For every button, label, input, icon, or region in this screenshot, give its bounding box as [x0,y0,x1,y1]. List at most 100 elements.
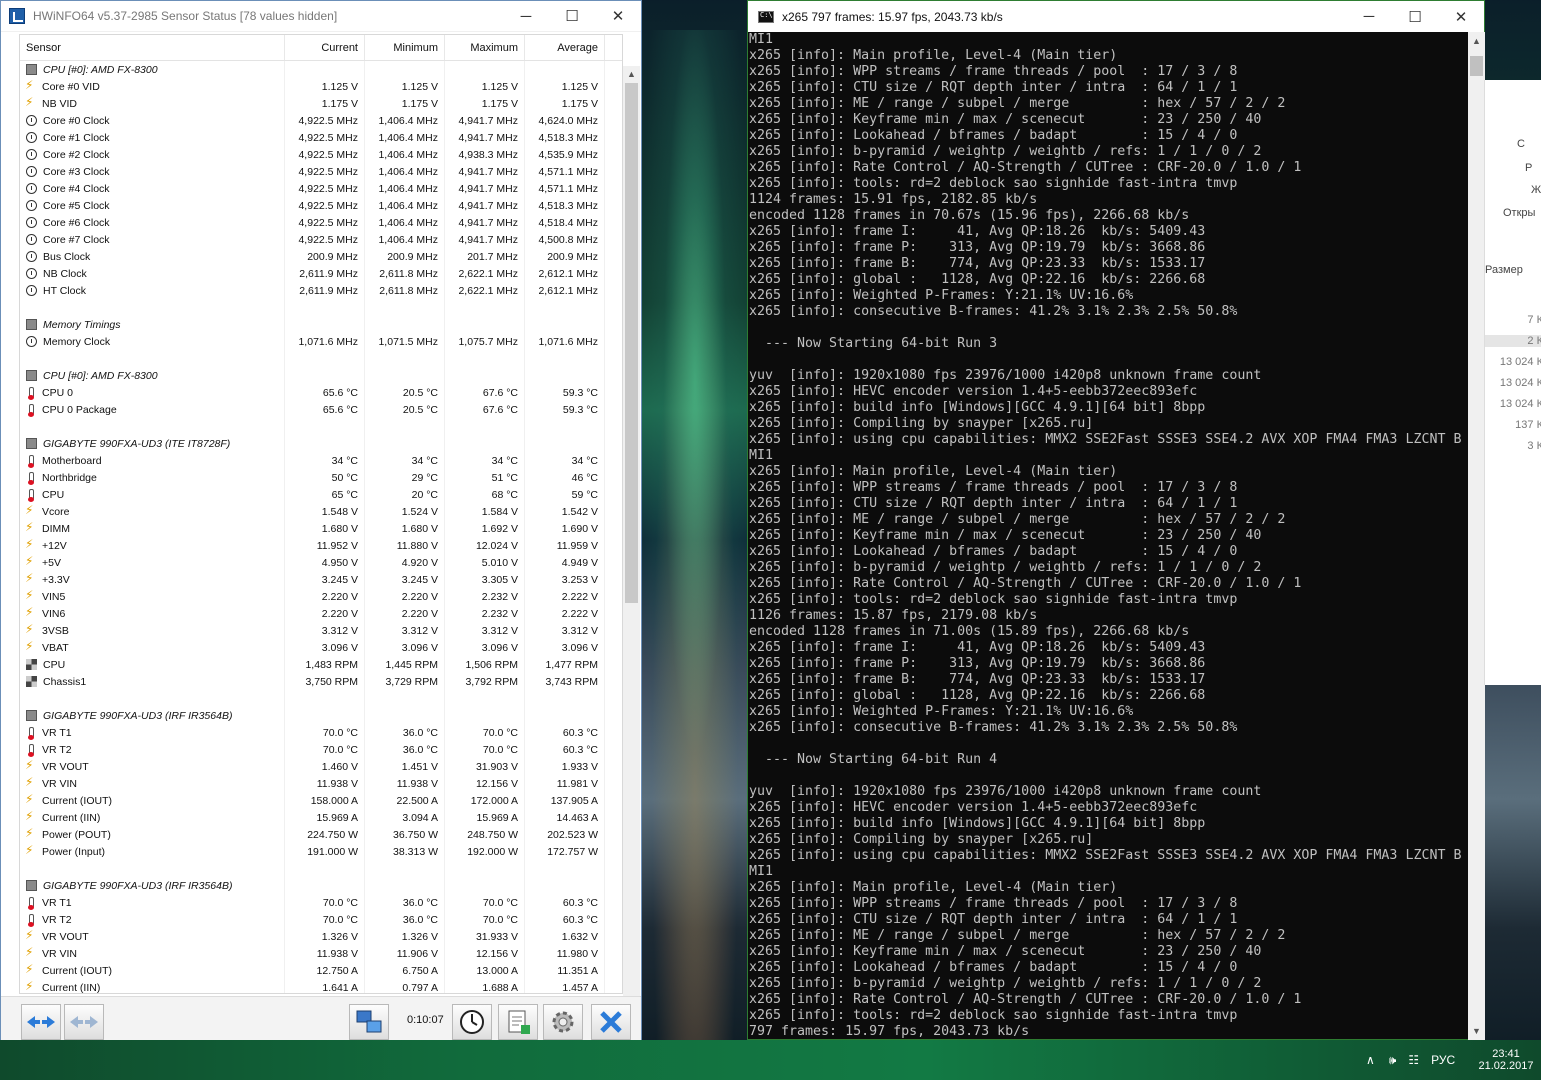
report-button[interactable] [498,1004,538,1040]
sensor-row[interactable]: Core #1 Clock 4,922.5 MHz 1,406.4 MHz 4,941… [20,129,622,146]
sensor-row[interactable]: Core #0 Clock 4,922.5 MHz 1,406.4 MHz 4,941… [20,112,622,129]
sensor-row[interactable]: Core #3 Clock 4,922.5 MHz 1,406.4 MHz 4,941… [20,163,622,180]
column-header-average[interactable]: Average [525,35,605,60]
sensor-row[interactable]: Power (POUT) 224.750 W36.750 W248.750 W20… [20,826,622,843]
sensor-group-header[interactable]: GIGABYTE 990FXA-UD3 (IRF IR3564B) [20,707,622,724]
sensor-row[interactable]: Bus Clock 200.9 MHz 200.9 MHz 201.7 MHz 200.… [20,248,622,265]
network-tray-icon[interactable]: ☷ [1408,1053,1419,1067]
sensor-current-value: 11.952 V [285,537,365,554]
sensor-row[interactable]: VR T2 70.0 °C 36.0 °C 70.0 °C 60.3 °C [20,911,622,928]
sensor-average-value: 60.3 °C [525,724,605,741]
sensor-row[interactable]: VR T1 70.0 °C 36.0 °C 70.0 °C 60.3 °C [20,894,622,911]
column-header-current[interactable]: Current [285,35,365,60]
explorer-file-size[interactable]: 2 К [1485,335,1541,347]
console-scroll-up-icon[interactable]: ▲ [1468,32,1485,50]
sensor-row[interactable]: Chassis1 3,750 RPM 3,729 RPM 3,792 RPM 3,743… [20,673,622,690]
sensor-row[interactable]: Current (IIN) 1.641 A0.797 A1.688 A1.457 … [20,979,622,993]
settings-button[interactable] [543,1004,583,1040]
close-sensors-button[interactable] [591,1004,631,1040]
sensor-row[interactable]: VR VOUT1.326 V1.326 V31.933 V1.632 V [20,928,622,945]
sensor-row[interactable]: Core #0 VID1.125 V1.125 V1.125 V1.125 V [20,78,622,95]
explorer-ribbon-item[interactable]: Ж [1531,184,1541,196]
sensor-group-header[interactable]: GIGABYTE 990FXA-UD3 (IRF IR3564B) [20,877,622,894]
sensor-group-header[interactable]: CPU [#0]: AMD FX-8300 [20,61,622,78]
sensor-row[interactable]: DIMM1.680 V1.680 V1.692 V1.690 V [20,520,622,537]
console-line: encoded 1128 frames in 70.67s (15.96 fps… [749,208,1190,223]
sensor-row[interactable]: VIN52.220 V2.220 V2.232 V2.222 V [20,588,622,605]
sensor-row[interactable]: VBAT3.096 V3.096 V3.096 V3.096 V [20,639,622,656]
sensor-table[interactable]: Sensor Current Minimum Maximum Average C… [19,34,623,994]
sensor-row[interactable]: Core #4 Clock 4,922.5 MHz 1,406.4 MHz 4,941… [20,180,622,197]
sensor-row[interactable]: Core #6 Clock 4,922.5 MHz 1,406.4 MHz 4,941… [20,214,622,231]
sensor-row[interactable]: Power (Input) 191.000 W38.313 W192.000 W1… [20,843,622,860]
console-scroll-down-icon[interactable]: ▼ [1468,1022,1485,1040]
network-button[interactable] [349,1004,389,1040]
console-line: 797 frames: 15.97 fps, 2043.73 kb/s [749,1024,1030,1039]
sensor-row[interactable]: VR T2 70.0 °C 36.0 °C 70.0 °C 60.3 °C [20,741,622,758]
sensor-row[interactable]: CPU 1,483 RPM 1,445 RPM 1,506 RPM 1,477 RPM [20,656,622,673]
clock-reset-button[interactable] [452,1004,492,1040]
explorer-column-size[interactable]: Размер [1485,264,1523,276]
sensor-row[interactable]: Northbridge 50 °C 29 °C 51 °C 46 °C [20,469,622,486]
sensor-row[interactable]: Core #5 Clock 4,922.5 MHz 1,406.4 MHz 4,941… [20,197,622,214]
explorer-file-size[interactable]: 3 К [1527,440,1541,452]
explorer-file-size[interactable]: 7 К [1527,314,1541,326]
console-maximize-button[interactable]: ☐ [1392,2,1438,32]
sensor-row[interactable]: Vcore 1.548 V1.524 V1.584 V1.542 V [20,503,622,520]
console-titlebar[interactable]: x265 797 frames: 15.97 fps, 2043.73 kb/s… [748,1,1484,32]
sensor-row[interactable]: Core #2 Clock 4,922.5 MHz 1,406.4 MHz 4,938… [20,146,622,163]
explorer-file-size[interactable]: 13 024 К [1500,377,1541,389]
volume-icon[interactable]: 🕪 [1389,1053,1397,1068]
column-header-maximum[interactable]: Maximum [445,35,525,60]
sensor-row[interactable]: Current (IIN)15.969 A3.094 A15.969 A14.4… [20,809,622,826]
sensor-row[interactable]: CPU 0 65.6 °C 20.5 °C 67.6 °C 59.3 °C [20,384,622,401]
close-button[interactable]: ✕ [595,1,641,31]
hwinfo-titlebar[interactable]: HWiNFO64 v5.37-2985 Sensor Status [78 va… [1,1,641,32]
maximize-button[interactable]: ☐ [549,1,595,31]
explorer-ribbon-item[interactable]: С [1517,138,1525,150]
taskbar-clock[interactable]: 23:41 21.02.2017 [1476,1040,1536,1080]
sensor-row[interactable]: VR T1 70.0 °C 36.0 °C 70.0 °C 60.3 °C [20,724,622,741]
sensor-row[interactable]: +3.3V3.245 V3.245 V3.305 V3.253 V [20,571,622,588]
sensor-row[interactable]: NB VID1.175 V1.175 V1.175 V1.175 V [20,95,622,112]
nav-arrows-disabled-button[interactable] [64,1004,104,1040]
column-header-sensor[interactable]: Sensor [20,35,285,60]
scrollbar-thumb[interactable] [625,83,638,603]
sensor-row[interactable]: Current (IOUT) 158.000 A22.500 A172.000 A… [20,792,622,809]
sensor-row[interactable]: CPU 65 °C 20 °C 68 °C 59 °C [20,486,622,503]
sensor-row[interactable]: Motherboard 34 °C 34 °C 34 °C 34 °C [20,452,622,469]
console-scrollbar[interactable]: ▲ ▼ [1468,32,1485,1040]
sensor-group-header[interactable]: GIGABYTE 990FXA-UD3 (ITE IT8728F) [20,435,622,452]
sensor-row[interactable]: +5V 4.950 V4.920 V5.010 V4.949 V [20,554,622,571]
sensor-row[interactable]: Memory Clock 1,071.6 MHz 1,071.5 MHz 1,075.… [20,333,622,350]
explorer-file-size[interactable]: 13 024 К [1500,356,1541,368]
console-close-button[interactable]: ✕ [1438,2,1484,32]
explorer-ribbon-item[interactable]: Р [1525,162,1532,174]
column-header-minimum[interactable]: Minimum [365,35,445,60]
minimize-button[interactable]: ─ [503,1,549,31]
sensor-row[interactable]: +12V 11.952 V11.880 V12.024 V11.959 V [20,537,622,554]
sensor-group-header[interactable]: Memory Timings [20,316,622,333]
sensor-current-value: 65.6 °C [285,384,365,401]
console-minimize-button[interactable]: ─ [1346,2,1392,32]
sensor-row[interactable]: VR VIN 11.938 V11.906 V12.156 V11.980 V [20,945,622,962]
sensor-row[interactable]: VR VIN11.938 V11.938 V12.156 V11.981 V [20,775,622,792]
explorer-file-size[interactable]: 137 К [1515,419,1541,431]
sensor-row[interactable]: 3VSB3.312 V3.312 V3.312 V3.312 V [20,622,622,639]
sensor-row[interactable]: HT Clock 2,611.9 MHz 2,611.8 MHz 2,622.1 MH… [20,282,622,299]
language-indicator[interactable]: РУС [1431,1053,1455,1067]
sensor-row[interactable]: NB Clock 2,611.9 MHz 2,611.8 MHz 2,622.1 MH… [20,265,622,282]
explorer-file-size[interactable]: 13 024 К [1500,398,1541,410]
scroll-up-arrow-icon[interactable]: ▲ [623,66,640,82]
sensor-row[interactable]: CPU 0 Package 65.6 °C 20.5 °C 67.6 °C 59.3 °… [20,401,622,418]
sensor-row[interactable]: Current (IOUT) 12.750 A6.750 A13.000 A11.… [20,962,622,979]
sensor-row[interactable]: VR VOUT 1.460 V1.451 V31.903 V1.933 V [20,758,622,775]
show-hidden-icons-chevron-icon[interactable]: ∧ [1366,1053,1375,1067]
sensor-row[interactable]: VIN62.220 V2.220 V2.232 V2.222 V [20,605,622,622]
console-output[interactable]: MI1 x265 [info]: Main profile, Level-4 (M… [748,32,1468,1040]
sensor-table-scrollbar[interactable]: ▲ ▼ [623,66,640,1024]
console-scrollbar-thumb[interactable] [1470,56,1483,76]
sensor-row[interactable]: Core #7 Clock 4,922.5 MHz 1,406.4 MHz 4,941… [20,231,622,248]
sensor-group-header[interactable]: CPU [#0]: AMD FX-8300 [20,367,622,384]
nav-arrows-button[interactable] [21,1004,61,1040]
